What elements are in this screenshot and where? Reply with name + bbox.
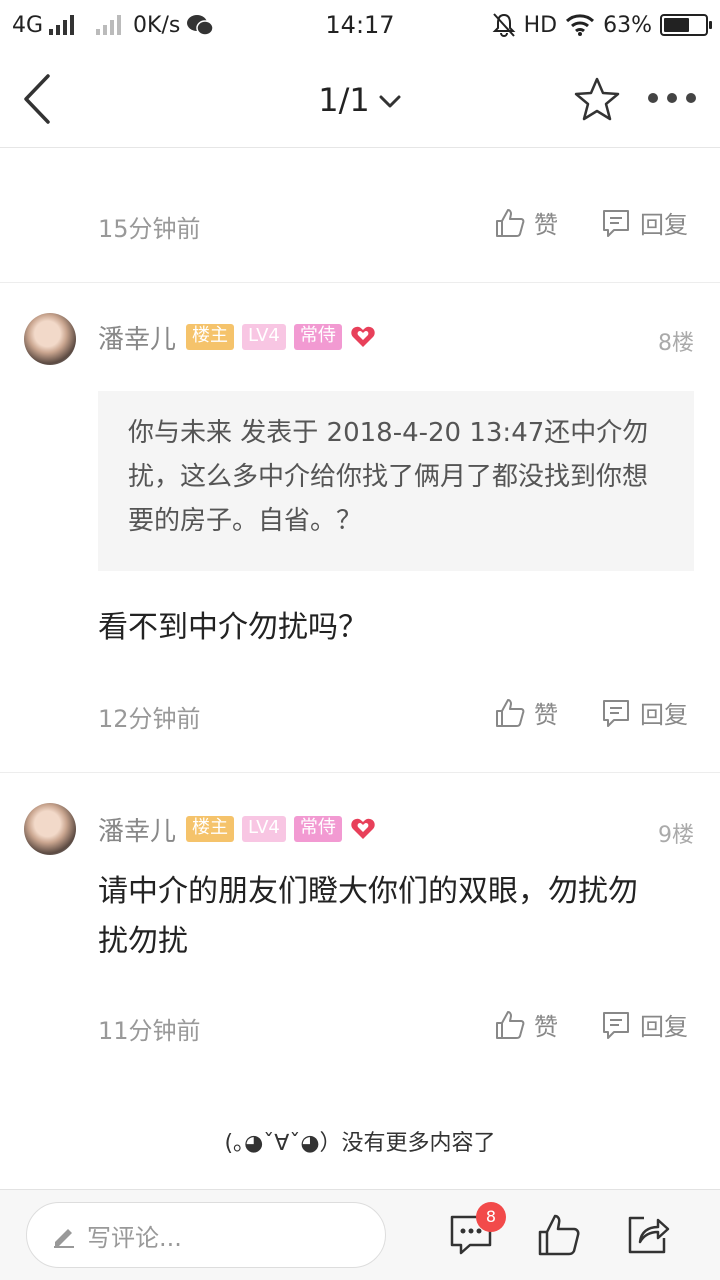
heart-icon: [351, 818, 375, 839]
like-button[interactable]: 赞: [494, 205, 558, 240]
reply-label: 回复: [640, 701, 688, 729]
floor-number: 9楼: [658, 823, 694, 848]
reply-label: 回复: [640, 211, 688, 239]
rank-badge: 常侍: [293, 816, 342, 842]
share-icon[interactable]: [624, 1212, 670, 1258]
battery-percent: 63%: [603, 12, 652, 38]
favorite-star-icon[interactable]: [574, 76, 620, 122]
reply-bubble-icon: [603, 1011, 629, 1039]
user-info: 潘幸儿 楼主 LV4 常侍: [98, 319, 376, 355]
avatar[interactable]: [24, 803, 76, 855]
like-label: 赞: [534, 701, 558, 729]
post-time: 11分钟前: [98, 1017, 201, 1045]
thumbs-up-icon: [496, 208, 525, 237]
quoted-post[interactable]: 你与未来 发表于 2018-4-20 13:47还中介勿扰，这么多中介给你找了俩…: [98, 391, 694, 571]
post-meta: 11分钟前 赞 回复: [0, 1007, 720, 1047]
host-badge: 楼主: [186, 324, 235, 350]
status-bar: 4G 0K/s 14:17 HD 63%: [0, 0, 720, 50]
user-info: 潘幸儿 楼主 LV4 常侍: [98, 811, 376, 847]
bottom-bar: 写评论... 8: [0, 1189, 720, 1280]
heart-icon: [351, 326, 375, 347]
previous-post-text-cut: [98, 149, 108, 160]
more-icon[interactable]: [646, 90, 698, 106]
wifi-icon: [566, 14, 595, 36]
like-button[interactable]: 赞: [494, 1007, 558, 1042]
like-button[interactable]: 赞: [494, 695, 558, 730]
level-badge: LV4: [242, 324, 286, 350]
battery-icon: [660, 14, 712, 36]
battery-level: [664, 18, 689, 32]
username[interactable]: 潘幸儿: [98, 811, 176, 848]
pencil-icon: [54, 1229, 74, 1248]
post-floor-8: 潘幸儿 楼主 LV4 常侍 8楼 你与未来 发表于 2018-4-20 13:4…: [0, 283, 720, 773]
post-floor-9: 潘幸儿 楼主 LV4 常侍 9楼 请中介的朋友们瞪大你们的双眼，勿扰勿扰勿扰 1…: [0, 773, 720, 1093]
chevron-down-icon: [379, 95, 401, 108]
post-time: 15分钟前: [98, 215, 201, 243]
reply-label: 回复: [640, 1013, 688, 1041]
previous-post-meta: 15分钟前 赞 回复: [0, 205, 720, 245]
comment-placeholder: 写评论...: [87, 1223, 182, 1252]
comment-input[interactable]: 写评论...: [26, 1202, 386, 1268]
reply-button[interactable]: 回复: [600, 1007, 688, 1042]
reply-bubble-icon: [603, 699, 629, 727]
post-meta: 12分钟前 赞 回复: [0, 695, 720, 735]
level-badge: LV4: [242, 816, 286, 842]
post-time: 12分钟前: [98, 705, 201, 733]
username[interactable]: 潘幸儿: [98, 319, 176, 356]
post-text: 看不到中介勿扰吗？: [98, 610, 368, 645]
reply-button[interactable]: 回复: [600, 695, 688, 730]
rank-badge: 常侍: [293, 324, 342, 350]
hd-indicator: HD: [523, 12, 558, 38]
post-text: 请中介的朋友们瞪大你们的双眼，勿扰勿扰勿扰: [98, 874, 638, 959]
thumbs-up-icon[interactable]: [536, 1212, 582, 1258]
thread-content: 15分钟前 赞 回复 潘幸儿 楼主 LV4 常侍 8楼 你与未来 发表于 201…: [0, 149, 720, 1189]
comment-count-badge: 8: [476, 1202, 506, 1232]
page-indicator: 1/1: [318, 81, 370, 119]
floor-number: 8楼: [658, 331, 694, 356]
thumbs-up-icon: [496, 1010, 525, 1039]
nav-bar: 1/1: [0, 50, 720, 148]
end-of-list-message: (｡◕ˇ∀ˇ◕）没有更多内容了: [224, 1131, 496, 1156]
reply-button[interactable]: 回复: [600, 205, 688, 240]
reply-bubble-icon: [603, 209, 629, 237]
thumbs-up-icon: [496, 698, 525, 727]
host-badge: 楼主: [186, 816, 235, 842]
like-label: 赞: [534, 211, 558, 239]
mute-bell-icon: [492, 13, 516, 37]
like-label: 赞: [534, 1013, 558, 1041]
avatar[interactable]: [24, 313, 76, 365]
